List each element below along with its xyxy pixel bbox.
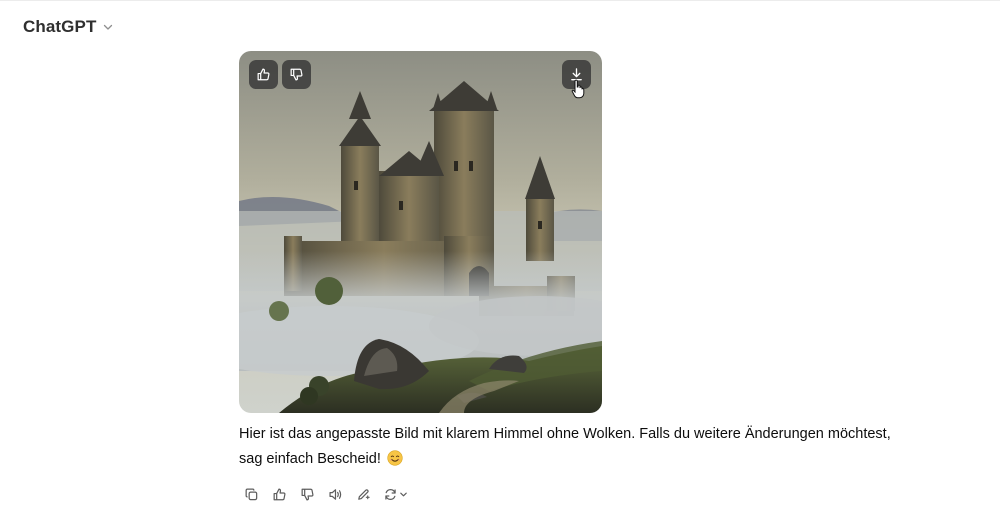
thumbs-up-icon [257, 68, 270, 81]
castle-image[interactable] [239, 51, 602, 413]
image-like-button[interactable] [249, 60, 278, 89]
regenerate-icon [384, 488, 396, 500]
top-border [0, 0, 1000, 1]
message-actions [239, 483, 411, 505]
message-line-2: sag einfach Bescheid! [239, 447, 919, 472]
chevron-down-icon [399, 492, 407, 496]
smiling-face-emoji [387, 450, 403, 466]
regenerate-button[interactable] [379, 483, 411, 505]
model-name: ChatGPT [23, 17, 97, 36]
thumbs-up-icon [273, 487, 285, 500]
image-dislike-button[interactable] [282, 60, 311, 89]
pointer-cursor-icon [571, 79, 585, 99]
model-switcher[interactable]: ChatGPT [14, 12, 123, 42]
bad-response-button[interactable] [295, 483, 319, 505]
generated-image-card[interactable] [239, 51, 602, 413]
message-line-1: Hier ist das angepasste Bild mit klarem … [239, 426, 891, 442]
copy-button[interactable] [239, 483, 263, 505]
read-aloud-icon [328, 488, 341, 500]
read-aloud-button[interactable] [323, 483, 347, 505]
good-response-button[interactable] [267, 483, 291, 505]
assistant-message: Hier ist das angepasste Bild mit klarem … [239, 422, 919, 472]
copy-icon [245, 488, 257, 500]
edit-in-canvas-icon [357, 488, 370, 500]
thumbs-down-icon [290, 68, 303, 81]
message-line-2-text: sag einfach Bescheid! [239, 451, 381, 467]
edit-in-canvas-button[interactable] [351, 483, 375, 505]
chevron-down-icon [104, 24, 113, 30]
thumbs-down-icon [301, 488, 313, 501]
